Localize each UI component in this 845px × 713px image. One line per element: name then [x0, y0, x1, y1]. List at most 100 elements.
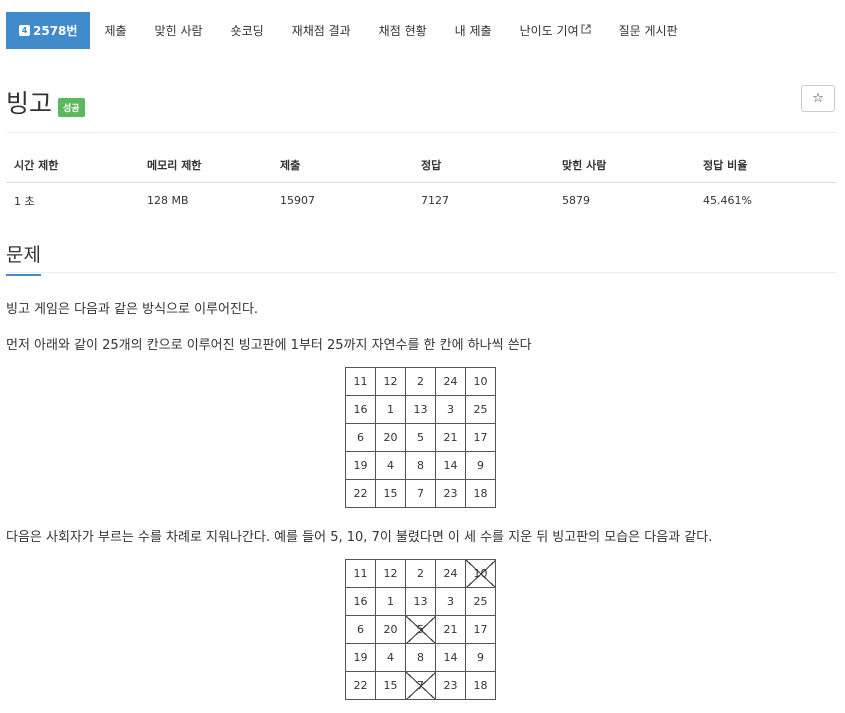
value-submissions: 15907	[280, 194, 315, 207]
nav-qna-board[interactable]: 질문 게시판	[605, 12, 692, 49]
bingo-cell: 14	[435, 643, 466, 672]
bingo-row: 19 4 8 14 9	[345, 451, 496, 480]
nav-rejudge-results[interactable]: 재채점 결과	[278, 12, 365, 49]
problem-text-1: 빙고 게임은 다음과 같은 방식으로 이루어진다.	[6, 302, 259, 317]
bingo-cell: 23	[435, 671, 466, 700]
bingo-cell: 7	[405, 671, 436, 700]
bingo-cell: 1	[375, 395, 406, 424]
problem-title: 빙고	[6, 89, 53, 118]
bingo-cell: 4	[375, 643, 406, 672]
problem-badge-icon: 4	[19, 25, 30, 36]
nav-difficulty-contribution[interactable]: 난이도 기여	[506, 12, 605, 49]
value-solved-users: 5879	[562, 194, 590, 207]
nav-judge-status[interactable]: 채점 현황	[365, 12, 441, 49]
bingo-cell: 11	[345, 367, 376, 396]
nav-submit[interactable]: 제출	[90, 12, 140, 49]
bingo-cell: 9	[465, 643, 496, 672]
header-memory-limit: 메모리 제한	[147, 158, 202, 172]
nav-short-coding[interactable]: 숏코딩	[217, 12, 278, 49]
bingo-cell: 12	[375, 367, 406, 396]
header-submissions: 제출	[280, 158, 301, 172]
bingo-cell: 7	[405, 479, 436, 508]
bingo-cell: 23	[435, 479, 466, 508]
bingo-cell: 2	[405, 559, 436, 588]
divider	[6, 132, 837, 133]
nav-my-submissions[interactable]: 내 제출	[441, 12, 506, 49]
bingo-cell: 15	[375, 479, 406, 508]
problem-header: 빙고 성공	[6, 84, 85, 120]
bingo-cell: 5	[405, 423, 436, 452]
header-accepted: 정답	[421, 158, 442, 172]
star-icon: ☆	[812, 91, 824, 106]
section-divider	[6, 272, 837, 273]
bingo-row: 11 12 2 24 10	[345, 559, 496, 588]
bingo-cell: 14	[435, 451, 466, 480]
info-header-row: 시간 제한 메모리 제한 제출 정답 맞힌 사람 정답 비율	[6, 147, 837, 183]
nav-label: 재채점 결과	[291, 24, 351, 38]
bingo-row: 22 15 7 23 18	[345, 479, 496, 508]
nav-label: 질문 게시판	[618, 24, 678, 38]
problem-info-table: 시간 제한 메모리 제한 제출 정답 맞힌 사람 정답 비율 1 초 128 M…	[6, 147, 837, 218]
status-badge: 성공	[58, 97, 85, 117]
bingo-row: 22 15 7 23 18	[345, 671, 496, 700]
header-solved-users: 맞힌 사람	[562, 158, 607, 172]
bingo-cell: 20	[375, 615, 406, 644]
bingo-cell: 25	[465, 587, 496, 616]
bingo-cell: 10	[465, 367, 496, 396]
bingo-cell: 9	[465, 451, 496, 480]
bingo-row: 6 20 5 21 17	[345, 615, 496, 644]
bingo-cell: 19	[345, 643, 376, 672]
bingo-cell: 12	[375, 559, 406, 588]
bingo-cell: 8	[405, 451, 436, 480]
bingo-cell: 6	[345, 423, 376, 452]
bingo-cell: 3	[435, 395, 466, 424]
external-link-icon	[581, 24, 591, 37]
bingo-row: 16 1 13 3 25	[345, 395, 496, 424]
value-accepted: 7127	[421, 194, 449, 207]
bingo-cell: 25	[465, 395, 496, 424]
bingo-cell: 22	[345, 479, 376, 508]
bingo-cell: 20	[375, 423, 406, 452]
bingo-cell: 11	[345, 559, 376, 588]
bingo-cell: 18	[465, 671, 496, 700]
bingo-cell: 2	[405, 367, 436, 396]
bingo-row: 16 1 13 3 25	[345, 587, 496, 616]
bingo-cell: 1	[375, 587, 406, 616]
value-accept-ratio: 45.461%	[703, 194, 752, 207]
bingo-cell: 21	[435, 423, 466, 452]
bingo-cell: 19	[345, 451, 376, 480]
problem-nav: 4 2578번 제출 맞힌 사람 숏코딩 재채점 결과 채점 현황 내 제출 난…	[6, 12, 692, 49]
bingo-cell: 16	[345, 587, 376, 616]
info-value-row: 1 초 128 MB 15907 7127 5879 45.461%	[6, 183, 837, 218]
nav-problem-number[interactable]: 4 2578번	[6, 12, 91, 49]
bingo-row: 6 20 5 21 17	[345, 423, 496, 452]
header-time-limit: 시간 제한	[14, 158, 59, 172]
nav-label: 제출	[104, 24, 127, 38]
bingo-cell: 5	[405, 615, 436, 644]
nav-label: 2578번	[33, 24, 78, 38]
bingo-cell: 4	[375, 451, 406, 480]
problem-text-2: 먼저 아래와 같이 25개의 칸으로 이루어진 빙고판에 1부터 25까지 자연…	[6, 338, 532, 353]
bingo-cell: 17	[465, 615, 496, 644]
bingo-row: 11 12 2 24 10	[345, 367, 496, 396]
bingo-board-initial: 11 12 2 24 10 16 1 13 3 25 6 20 5 21 17 19 4 8 14 9 22 15 7 23 1…	[345, 367, 496, 508]
nav-label: 난이도 기여	[519, 24, 579, 38]
bingo-cell: 16	[345, 395, 376, 424]
bingo-cell: 24	[435, 559, 466, 588]
nav-solved-users[interactable]: 맞힌 사람	[141, 12, 217, 49]
bingo-board-crossed: 11 12 2 24 10 16 1 13 3 25 6 20 5 21 17 19 4 8 14 9 22 15 7 23 1…	[345, 559, 496, 700]
bingo-row: 19 4 8 14 9	[345, 643, 496, 672]
bingo-cell: 24	[435, 367, 466, 396]
bingo-cell: 22	[345, 671, 376, 700]
bingo-cell: 3	[435, 587, 466, 616]
bingo-cell: 6	[345, 615, 376, 644]
bingo-cell: 18	[465, 479, 496, 508]
nav-label: 내 제출	[454, 24, 492, 38]
problem-text-3: 다음은 사회자가 부르는 수를 차례로 지워나간다. 예를 들어 5, 10, …	[6, 530, 713, 545]
section-title-problem: 문제	[6, 240, 41, 276]
nav-label: 숏코딩	[230, 24, 264, 38]
favorite-star-button[interactable]: ☆	[801, 85, 835, 112]
nav-label: 채점 현황	[378, 24, 427, 38]
bingo-cell: 21	[435, 615, 466, 644]
value-memory-limit: 128 MB	[147, 194, 189, 207]
